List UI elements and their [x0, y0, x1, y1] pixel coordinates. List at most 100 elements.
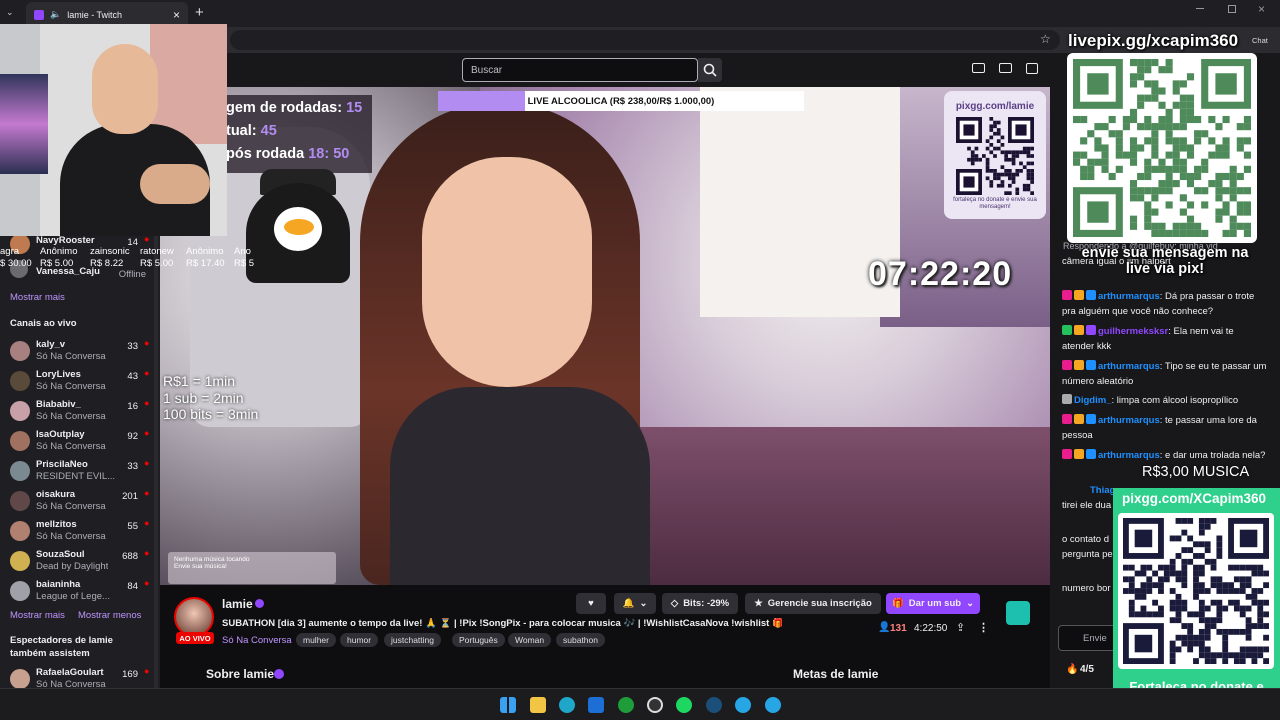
live-channel[interactable]: baianinha League of Lege... 84 ●	[0, 576, 160, 606]
telegram-icon[interactable]	[765, 697, 781, 713]
manage-subscription-button[interactable]: ★ Gerencie sua inscrição	[745, 593, 881, 614]
chat-message: arthurmarqus: e dar uma trolada nela?	[1062, 448, 1267, 463]
tag-pill[interactable]: subathon	[556, 633, 605, 647]
tag-pill[interactable]: justchatting	[384, 633, 441, 647]
streamer-name[interactable]: lamie	[222, 597, 253, 611]
telegram-icon[interactable]	[735, 697, 751, 713]
channel-name: LoryLives	[36, 369, 81, 380]
goals-heading: Metas de lamie	[793, 667, 879, 681]
tab-title: lamie - Twitch	[67, 9, 123, 20]
live-channel[interactable]: kaly_v Só Na Conversa 33 ●	[0, 336, 160, 366]
inbox-icon[interactable]	[999, 63, 1012, 73]
steam-icon[interactable]	[706, 697, 722, 713]
speaker-icon[interactable]: 🔈	[50, 9, 61, 20]
live-channel[interactable]: mellzitos Só Na Conversa 55 ●	[0, 516, 160, 546]
obs-icon[interactable]	[647, 697, 663, 713]
sidebar-scrollbar[interactable]	[154, 230, 158, 688]
share-icon[interactable]: ⇪	[956, 621, 965, 634]
music-cta: Envie sua música!	[174, 563, 227, 570]
webcam-overlay	[0, 24, 227, 236]
live-channels-title: Canais ao vivo	[10, 318, 77, 329]
gift-sub-button[interactable]: 🎁 Dar um sub ⌄	[886, 593, 980, 614]
tab-menu-icon[interactable]: ⌄	[6, 7, 14, 18]
chat-username[interactable]: arthurmarqus	[1098, 415, 1160, 426]
search-input[interactable]: Buscar	[462, 58, 698, 82]
whispers-icon[interactable]	[1026, 63, 1038, 74]
chat-username[interactable]: Digdim_	[1074, 395, 1111, 406]
chat-message-partial: tirei ele dua	[1062, 500, 1112, 511]
more-options-icon[interactable]: ⋮	[978, 621, 989, 634]
chat-username[interactable]: arthurmarqus	[1098, 361, 1160, 372]
live-channel[interactable]: PriscilaNeo RESIDENT EVIL... 33 ●	[0, 456, 160, 486]
channel-name: kaly_v	[36, 339, 66, 350]
sidebar: NavyRooster 14 ● Vanessa_Caju Offline Mo…	[0, 230, 160, 690]
donor-amount: R$ 17.40	[186, 258, 225, 269]
avatar	[10, 371, 30, 391]
channel-name: PriscilaNeo	[36, 459, 88, 470]
chat-badge-icon	[1074, 325, 1084, 335]
donation-goal-bar: LIVE ALCOOLICA (R$ 238,00/R$ 1.000,00)	[438, 91, 804, 111]
folder-icon[interactable]	[530, 697, 546, 713]
hype-train-icon[interactable]	[1006, 601, 1030, 625]
avatar	[10, 521, 30, 541]
xbox-icon[interactable]	[618, 697, 634, 713]
live-dot-icon: ●	[144, 548, 150, 558]
bits-button[interactable]: ◇ Bits: -29%	[662, 593, 738, 614]
search-icon	[703, 63, 717, 77]
video-player[interactable]: gem de rodadas: 15 tual: 45 pós rodada 1…	[160, 87, 1050, 585]
stream-title: SUBATHON [dia 3] aumente o tempo da live…	[222, 618, 782, 629]
pixgg-qr-card: pixgg.com/lamie fortaleça no donate e en…	[944, 91, 1046, 219]
bits-icon: ◇	[670, 598, 679, 609]
stream-category[interactable]: Só Na Conversa	[222, 635, 292, 646]
chat-message: guilhermeksksr: Ela nem vai te atender k…	[1062, 324, 1267, 354]
live-channel[interactable]: Biababiv_ Só Na Conversa 16 ●	[0, 396, 160, 426]
follow-button[interactable]: ♥	[576, 593, 606, 614]
live-channel[interactable]: SouzaSoul Dead by Daylight 688 ●	[0, 546, 160, 576]
chat-username[interactable]: arthurmarqus	[1098, 450, 1160, 461]
tab-close-icon[interactable]: ×	[173, 8, 180, 22]
viewer-count: 43	[127, 371, 138, 382]
stat-label: tual:	[226, 123, 257, 139]
edge-icon[interactable]	[559, 697, 575, 713]
show-more-link[interactable]: Mostrar mais	[10, 292, 65, 303]
show-less-link[interactable]: Mostrar menos	[78, 610, 141, 621]
outlook-icon[interactable]	[588, 697, 604, 713]
tag-pill[interactable]: humor	[340, 633, 379, 647]
show-more-link[interactable]: Mostrar mais	[10, 610, 65, 621]
minimize-icon[interactable]	[1196, 8, 1204, 9]
gift-sub-label: Dar um sub	[908, 598, 962, 609]
channel-points-icon[interactable]: 🔥	[1066, 664, 1078, 675]
channel-category: Só Na Conversa	[36, 411, 106, 422]
windows-icon[interactable]	[500, 697, 516, 713]
viewer-count: 33	[127, 341, 138, 352]
notifications-button[interactable]: 🔔 ⌄	[614, 593, 656, 614]
live-channel[interactable]: oisakura Só Na Conversa 201 ●	[0, 486, 160, 516]
viewer-count: 92	[127, 431, 138, 442]
tag-pill[interactable]: mulher	[296, 633, 336, 647]
chat-username[interactable]: Thiag	[1090, 485, 1115, 496]
chat-username[interactable]: arthurmarqus	[1098, 291, 1160, 302]
viewer-count: 169	[122, 669, 138, 680]
address-bar[interactable]	[230, 30, 1060, 50]
tag-pill[interactable]: Woman	[508, 633, 552, 647]
viewer-count: 84	[127, 581, 138, 592]
new-tab-button[interactable]: +	[195, 4, 204, 21]
spotify-icon[interactable]	[676, 697, 692, 713]
offline-status: Offline	[118, 269, 146, 280]
live-channel[interactable]: LoryLives Só Na Conversa 43 ●	[0, 366, 160, 396]
channel-category: League of Lege...	[36, 591, 110, 602]
cam-pc-lights	[0, 74, 48, 174]
chat-username[interactable]: guilhermeksksr	[1098, 326, 1168, 337]
channel-name: Biababiv_	[36, 399, 81, 410]
chat-label[interactable]: Chat	[1252, 36, 1268, 45]
close-window-icon[interactable]: ×	[1258, 2, 1265, 16]
maximize-icon[interactable]	[1228, 5, 1236, 13]
prime-loot-icon[interactable]	[972, 63, 985, 73]
live-channel[interactable]: IsaOutplay Só Na Conversa 92 ●	[0, 426, 160, 456]
tag-pill[interactable]: Português	[452, 633, 505, 647]
favorite-star-icon[interactable]: ☆	[1040, 32, 1051, 46]
browser-tab-strip: ⌄ 🔈 lamie - Twitch × + ×	[0, 0, 1280, 27]
search-button[interactable]	[698, 58, 722, 82]
chat-input[interactable]: Envie	[1058, 625, 1118, 651]
streamer-avatar[interactable]	[174, 597, 214, 637]
